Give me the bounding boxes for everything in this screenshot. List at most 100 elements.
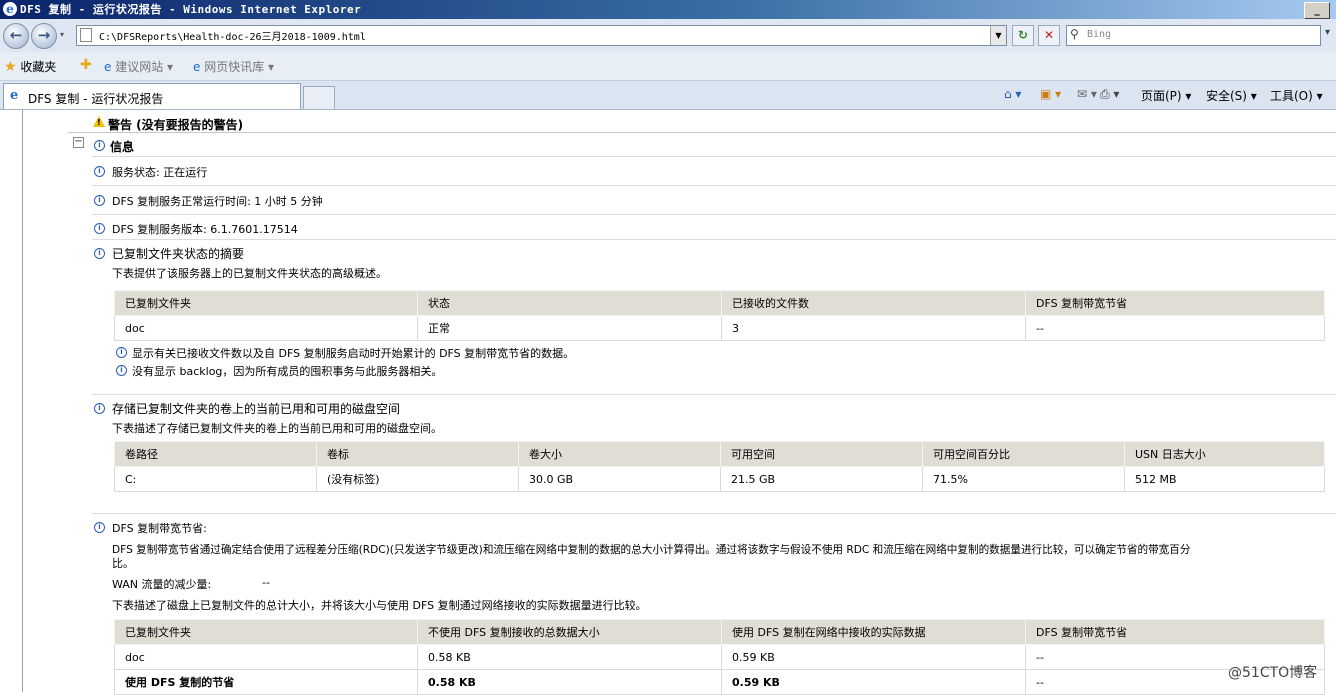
bandwidth-desc-line1: DFS 复制带宽节省通过确定结合使用了远程差分压缩(RDC)(只发送字节级更改)… [112, 544, 1191, 556]
address-dropdown-button[interactable]: ▼ [990, 26, 1006, 45]
info-icon: i [94, 140, 105, 151]
favorites-label: 收藏夹 [20, 60, 57, 74]
warning-heading: 警告 (没有要报告的警告) [108, 118, 244, 132]
table-header-row: 已复制文件夹 不使用 DFS 复制接收的总数据大小 使用 DFS 复制在网络中接… [114, 619, 1325, 645]
divider [92, 185, 1336, 186]
favorites-button[interactable]: ★ 收藏夹 [4, 58, 56, 75]
refresh-button[interactable]: ↻ [1012, 25, 1034, 46]
table-row: doc 0.58 KB 0.59 KB -- [114, 644, 1325, 670]
service-status: 服务状态: 正在运行 [112, 166, 208, 179]
column-header: 不使用 DFS 复制接收的总数据大小 [417, 619, 722, 645]
window-title-bar: e DFS 复制 - 运行状况报告 - Windows Internet Exp… [0, 0, 1336, 19]
divider [92, 239, 1336, 240]
watermark: @51CTO博客 [1228, 665, 1318, 681]
new-tab-button[interactable] [303, 86, 335, 109]
table-cell: 0.58 KB [417, 644, 722, 670]
search-box[interactable]: ⚲ Bing [1066, 25, 1321, 46]
info-heading: 信息 [110, 140, 135, 154]
content-left-border [22, 110, 23, 692]
table-cell: -- [1025, 315, 1325, 341]
bandwidth-table: 已复制文件夹 不使用 DFS 复制接收的总数据大小 使用 DFS 复制在网络中接… [114, 619, 1325, 695]
service-version: DFS 复制服务版本: 6.1.7601.17514 [112, 223, 298, 236]
web-slice-gallery-button[interactable]: e 网页快讯库 ▾ [193, 58, 274, 75]
table-cell: 512 MB [1124, 466, 1325, 492]
table-row: C: (没有标签) 30.0 GB 21.5 GB 71.5% 512 MB [114, 466, 1325, 492]
tab-label: DFS 复制 - 运行状况报告 [28, 92, 164, 106]
tab-dfs-report[interactable]: e DFS 复制 - 运行状况报告 [3, 83, 301, 109]
table-cell: 0.59 KB [721, 644, 1026, 670]
forward-button[interactable]: → [31, 23, 57, 49]
folder-summary-title: 已复制文件夹状态的摘要 [112, 247, 245, 261]
favorites-star-icon: ★ [4, 59, 17, 75]
tools-menu[interactable]: 工具(O) ▾ [1270, 87, 1323, 104]
column-header: 使用 DFS 复制在网络中接收的实际数据 [721, 619, 1026, 645]
column-header: 卷标 [316, 441, 519, 467]
column-header: 可用空间百分比 [922, 441, 1125, 467]
ie-page-icon: e [10, 88, 19, 103]
column-header: USN 日志大小 [1124, 441, 1325, 467]
search-icon: ⚲ [1070, 27, 1079, 41]
column-header: 可用空间 [720, 441, 923, 467]
column-header: 卷路径 [114, 441, 317, 467]
info-icon: i [94, 195, 105, 206]
table-cell: (没有标签) [316, 466, 519, 492]
safety-menu[interactable]: 安全(S) ▾ [1206, 87, 1257, 104]
table-cell: 正常 [417, 315, 722, 341]
table-header-row: 卷路径 卷标 卷大小 可用空间 可用空间百分比 USN 日志大小 [114, 441, 1325, 467]
info-icon: i [94, 522, 105, 533]
table-cell: 30.0 GB [518, 466, 721, 492]
add-favorites-icon[interactable]: ✚ [80, 57, 92, 73]
collapse-toggle[interactable]: − [73, 137, 84, 148]
disk-space-desc: 下表描述了存储已复制文件夹的卷上的当前已用和可用的磁盘空间。 [112, 422, 442, 435]
disk-space-table: 卷路径 卷标 卷大小 可用空间 可用空间百分比 USN 日志大小 C: (没有标… [114, 441, 1325, 492]
read-mail-button[interactable]: ✉ ▾ [1077, 87, 1097, 101]
info-icon: i [94, 403, 105, 414]
wan-reduction-label: WAN 流量的减少量: [112, 578, 212, 591]
table-cell: 0.59 KB [721, 669, 1026, 695]
table-cell: 71.5% [922, 466, 1125, 492]
table-cell: 0.58 KB [417, 669, 722, 695]
back-button[interactable]: ← [3, 23, 29, 49]
table-cell: doc [114, 315, 418, 341]
folder-summary-table: 已复制文件夹 状态 已接收的文件数 DFS 复制带宽节省 doc 正常 3 -- [114, 290, 1325, 341]
table-row: doc 正常 3 -- [114, 315, 1325, 341]
folder-summary-desc: 下表提供了该服务器上的已复制文件夹状态的高级概述。 [112, 267, 387, 280]
address-bar[interactable]: C:\DFSReports\Health-doc-26三月2018-1009.h… [76, 25, 1007, 46]
info-icon: i [116, 365, 127, 376]
suggested-sites-button[interactable]: e 建议网站 ▾ [104, 58, 173, 75]
bandwidth-desc-line2: 比。 [112, 557, 134, 570]
recent-pages-dropdown[interactable]: ▾ [60, 30, 64, 39]
info-icon: i [94, 248, 105, 259]
stop-button[interactable]: ✕ [1038, 25, 1060, 46]
bandwidth-title: DFS 复制带宽节省: [112, 522, 207, 535]
folder-summary-note-1: 显示有关已接收文件数以及自 DFS 复制服务启动时开始累计的 DFS 复制带宽节… [132, 347, 575, 360]
page-menu[interactable]: 页面(P) ▾ [1141, 87, 1191, 104]
search-placeholder[interactable]: Bing [1087, 29, 1111, 40]
minimize-button[interactable]: _ [1304, 2, 1330, 19]
service-uptime: DFS 复制服务正常运行时间: 1 小时 5 分钟 [112, 195, 323, 208]
search-options-button[interactable]: ▾ [1325, 27, 1330, 38]
ie-logo-icon: e [3, 2, 17, 16]
bandwidth-table-desc: 下表描述了磁盘上已复制文件的总计大小，并将该大小与使用 DFS 复制通过网络接收… [112, 599, 647, 612]
table-cell: doc [114, 644, 418, 670]
home-button[interactable]: ⌂ ▾ [1004, 87, 1021, 101]
table-cell: C: [114, 466, 317, 492]
column-header: 卷大小 [518, 441, 721, 467]
table-header-row: 已复制文件夹 状态 已接收的文件数 DFS 复制带宽节省 [114, 290, 1325, 316]
disk-space-title: 存储已复制文件夹的卷上的当前已用和可用的磁盘空间 [112, 402, 401, 416]
column-header: DFS 复制带宽节省 [1025, 290, 1325, 316]
info-icon: i [94, 223, 105, 234]
table-cell: 3 [721, 315, 1026, 341]
divider [92, 214, 1336, 215]
feeds-button[interactable]: ▣ ▾ [1040, 87, 1061, 101]
column-header: 已接收的文件数 [721, 290, 1026, 316]
column-header: 已复制文件夹 [114, 619, 418, 645]
divider [68, 132, 1336, 133]
suggested-sites-label: 建议网站 ▾ [115, 60, 174, 74]
divider [92, 513, 1336, 514]
web-slice-icon: e [193, 60, 201, 74]
print-button[interactable]: ⎙ ▾ [1100, 87, 1119, 102]
table-cell: 21.5 GB [720, 466, 923, 492]
window-title: DFS 复制 - 运行状况报告 - Windows Internet Explo… [20, 3, 362, 16]
address-url[interactable]: C:\DFSReports\Health-doc-26三月2018-1009.h… [99, 28, 366, 43]
